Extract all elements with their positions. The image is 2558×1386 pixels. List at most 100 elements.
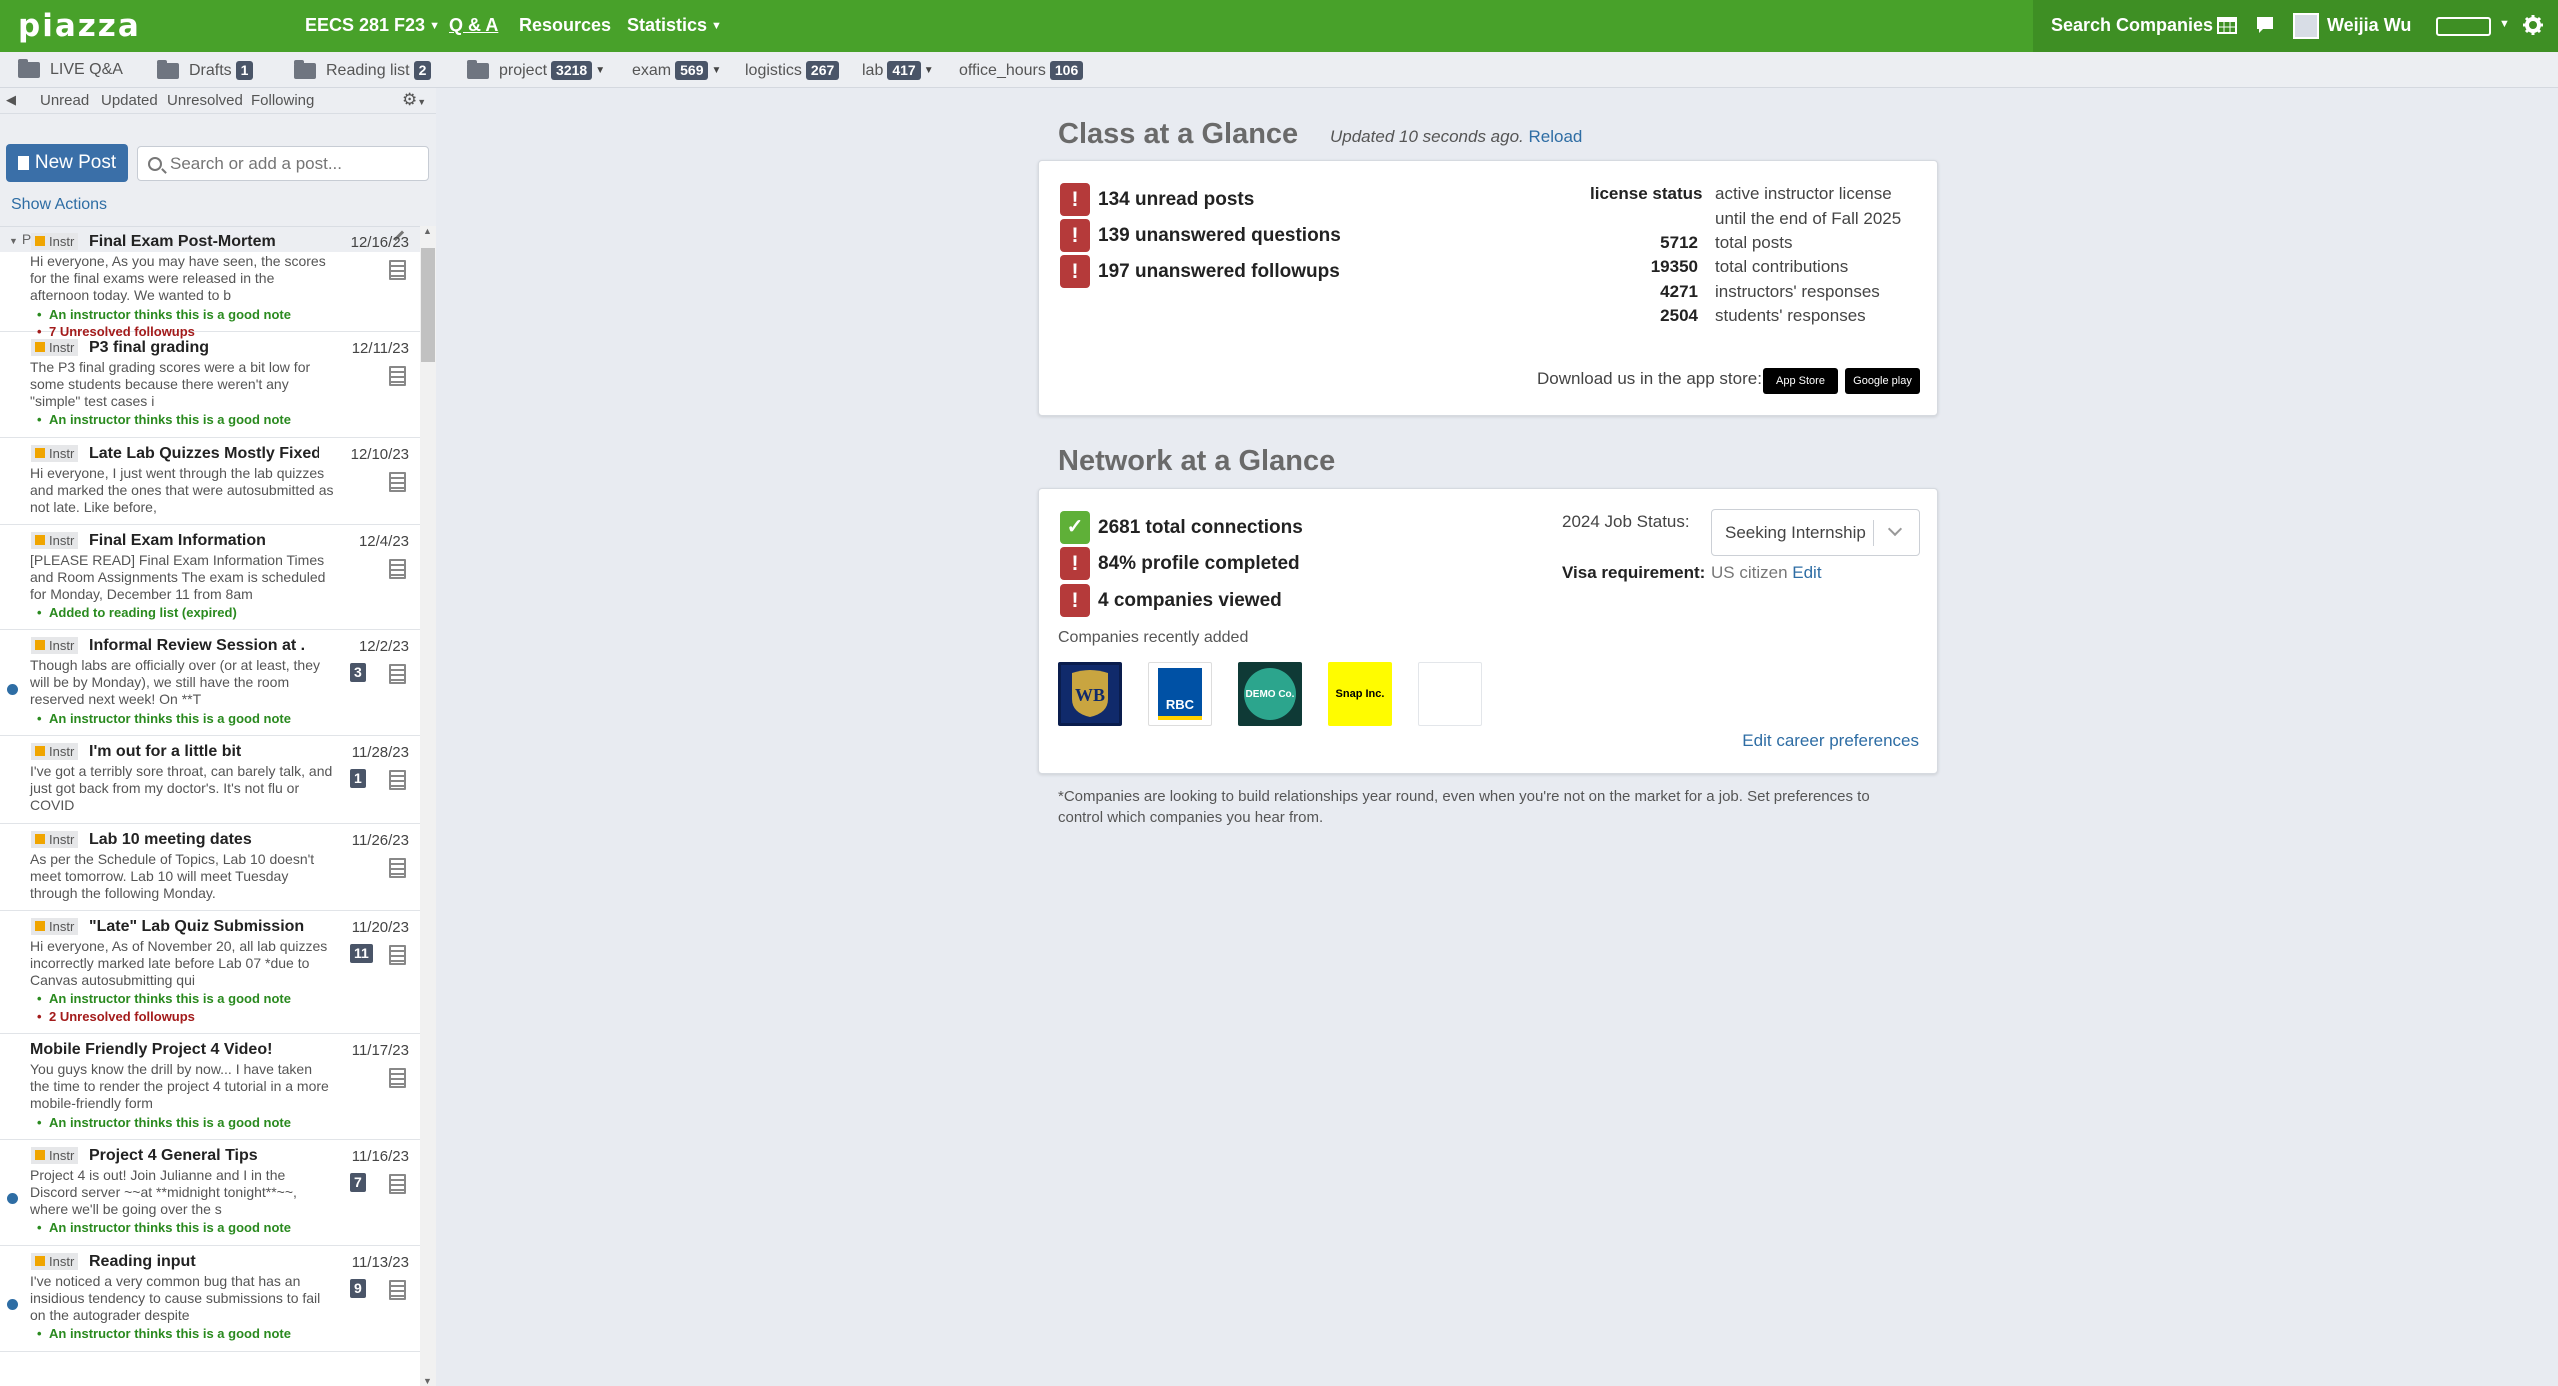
new-post-label: New Post (34, 152, 117, 173)
stat-text: 84% profile completed (1098, 552, 1300, 574)
folder-logistics[interactable]: logistics 267 (745, 61, 840, 80)
post-title: "Late" Lab Quiz Submission... (89, 918, 304, 935)
reading-list-indicator: Added to reading list (expired) (37, 605, 237, 620)
folder-project[interactable]: project 3218 ▼ (467, 59, 605, 80)
chevron-down-icon[interactable]: ▼ (924, 65, 934, 76)
class-glance-heading: Class at a Glance (1058, 118, 1299, 150)
folder-label: Reading list (326, 61, 410, 79)
company-logo-rbc[interactable]: RBC (1148, 662, 1212, 726)
course-selector[interactable]: EECS 281 F23 ▼ (305, 15, 440, 36)
folder-label: lab (862, 61, 884, 79)
filter-unread[interactable]: Unread (40, 92, 89, 109)
edit-career-preferences-link[interactable]: Edit career preferences (1742, 731, 1919, 751)
folder-label: exam (632, 61, 672, 79)
stat-unread-posts[interactable]: ! 134 unread posts (1060, 183, 1254, 216)
piazza-logo[interactable]: piazza (18, 8, 141, 44)
avatar[interactable] (2293, 13, 2319, 39)
list-item[interactable]: Instr Project 4 General Tips 11/16/23 Pr… (0, 1140, 420, 1246)
collapse-arrow-icon[interactable]: ◀ (6, 92, 16, 108)
warning-icon: ! (1060, 255, 1090, 288)
post-title: Lab 10 meeting dates (89, 831, 252, 848)
chevron-down-icon: ▼ (711, 20, 722, 32)
list-item[interactable]: Instr Lab 10 meeting dates 11/26/23 As p… (0, 824, 420, 911)
stat-text: 134 unread posts (1098, 188, 1255, 210)
google-play-button[interactable]: Google play (1845, 368, 1920, 394)
settings-gear-icon[interactable]: ⚙▼ (402, 90, 426, 110)
post-snippet: You guys know the drill by now... I have… (30, 1061, 329, 1111)
chevron-down-icon[interactable]: ▼ (2499, 18, 2510, 30)
post-list-panel: ◀ Unread Updated Unresolved Following ⚙▼… (0, 88, 436, 1386)
instructor-tag: Instr (31, 743, 79, 760)
list-item[interactable]: Instr "Late" Lab Quiz Submission... 11/2… (0, 911, 420, 1034)
chat-icon[interactable] (2254, 14, 2276, 36)
filter-unresolved[interactable]: Unresolved (167, 92, 243, 109)
list-item[interactable]: Instr Informal Review Session at ... 12/… (0, 630, 420, 736)
search-companies-link[interactable]: Search Companies (2051, 15, 2213, 36)
nav-resources[interactable]: Resources (519, 15, 611, 36)
gear-icon[interactable] (2522, 14, 2544, 36)
post-list-scrollbar[interactable]: ▲ ▼ (420, 226, 436, 1386)
reply-count-badge: 7 (350, 1173, 366, 1192)
post-date: 12/16/23 (350, 234, 409, 251)
folder-live-qa[interactable]: LIVE Q&A (18, 59, 123, 79)
list-item[interactable]: Mobile Friendly Project 4 Video! 11/17/2… (0, 1034, 420, 1140)
folder-reading-list[interactable]: Reading list 2 (294, 59, 432, 80)
company-logo-snap[interactable]: Snap Inc. (1328, 662, 1392, 726)
stat-unanswered-followups[interactable]: ! 197 unanswered followups (1060, 255, 1340, 288)
stat-companies-viewed[interactable]: ! 4 companies viewed (1060, 584, 1282, 617)
stat-total-connections[interactable]: ✓ 2681 total connections (1060, 511, 1303, 544)
post-date: 12/11/23 (351, 340, 409, 357)
scroll-down-icon[interactable]: ▼ (423, 1376, 432, 1386)
post-date: 11/17/23 (351, 1042, 409, 1059)
list-item[interactable]: Instr Final Exam Information 12/4/23 [PL… (0, 525, 420, 630)
list-item[interactable]: Instr Reading input 11/13/23 I've notice… (0, 1246, 420, 1352)
search-input[interactable] (137, 146, 429, 181)
user-name[interactable]: Weijia Wu (2327, 15, 2411, 36)
stat-label: instructors' responses (1715, 282, 1880, 301)
stat-label: total contributions (1715, 257, 1849, 276)
company-logo-wb[interactable]: WB (1058, 662, 1122, 726)
note-icon (389, 260, 406, 280)
new-post-button[interactable]: New Post (6, 144, 128, 182)
app-store-button[interactable]: App Store (1763, 368, 1838, 394)
nav-qa[interactable]: Q & A (449, 15, 498, 36)
visa-requirement-label: Visa requirement: (1562, 563, 1706, 582)
reload-link[interactable]: Reload (1529, 127, 1583, 146)
check-icon: ✓ (1060, 511, 1090, 544)
folder-lab[interactable]: lab 417 ▼ (862, 61, 934, 80)
filter-updated[interactable]: Updated (101, 92, 158, 109)
stat-unanswered-questions[interactable]: ! 139 unanswered questions (1060, 219, 1341, 252)
post-snippet: As per the Schedule of Topics, Lab 10 do… (30, 851, 315, 901)
list-item[interactable]: Instr P3 final grading 12/11/23 The P3 f… (0, 332, 420, 438)
company-logo-demo[interactable]: DEMO Co. (1238, 662, 1302, 726)
good-note-indicator: An instructor thinks this is a good note (37, 1326, 291, 1341)
company-logo-placeholder[interactable] (1418, 662, 1482, 726)
folder-office-hours[interactable]: office_hours 106 (959, 61, 1084, 80)
visa-value: US citizen (1711, 563, 1788, 582)
count-badge: 569 (675, 61, 709, 80)
stat-profile-completed[interactable]: ! 84% profile completed (1060, 547, 1300, 580)
job-status-select[interactable]: Seeking Internship (1711, 509, 1920, 556)
list-item[interactable]: Instr Final Exam Post-Mortem 12/16/23 Hi… (0, 226, 420, 339)
post-title: P3 final grading (89, 339, 210, 356)
show-actions-link[interactable]: Show Actions (11, 196, 107, 214)
instructor-tag: Instr (31, 445, 79, 462)
nav-statistics[interactable]: Statistics ▼ (627, 15, 722, 36)
list-item[interactable]: Instr Late Lab Quizzes Mostly Fixed 12/1… (0, 438, 420, 525)
note-icon (389, 559, 406, 579)
chevron-down-icon[interactable]: ▼ (595, 65, 605, 76)
visa-edit-link[interactable]: Edit (1792, 563, 1821, 582)
calendar-icon[interactable] (2216, 14, 2238, 36)
scrollbar-thumb[interactable] (421, 248, 435, 362)
stat-number: 4271 (1660, 282, 1698, 301)
folder-label: logistics (745, 61, 802, 79)
scroll-up-icon[interactable]: ▲ (423, 226, 432, 236)
chevron-down-icon[interactable]: ▼ (711, 65, 721, 76)
download-app-text: Download us in the app store: (1537, 369, 1762, 388)
status-indicator[interactable] (2436, 17, 2491, 36)
folder-drafts[interactable]: Drafts 1 (157, 59, 254, 80)
instructor-tag: Instr (31, 637, 79, 654)
folder-exam[interactable]: exam 569 ▼ (632, 61, 721, 80)
filter-following[interactable]: Following (251, 92, 314, 109)
list-item[interactable]: Instr I'm out for a little bit 11/28/23 … (0, 736, 420, 824)
